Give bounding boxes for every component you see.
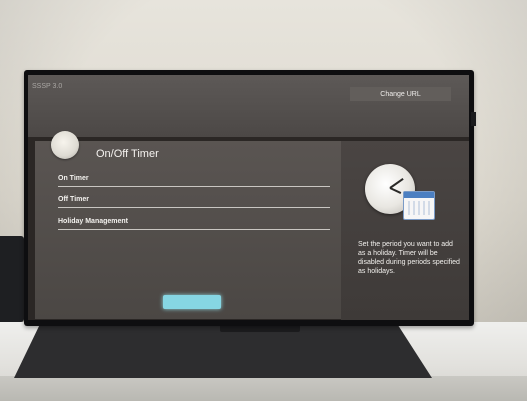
- change-url-button[interactable]: Change URL: [350, 87, 451, 101]
- timer-icon: [51, 131, 79, 159]
- menu-item-on-timer[interactable]: On Timer: [58, 171, 330, 187]
- timer-panel: [35, 141, 341, 319]
- help-text: Set the period you want to add as a holi…: [358, 241, 460, 275]
- menu-item-holiday-management[interactable]: Holiday Management: [58, 214, 330, 230]
- calendar-header: [404, 192, 434, 198]
- tv-side-button: [471, 112, 476, 126]
- menu-item-label: Off Timer: [58, 196, 89, 203]
- menu-item-label: Holiday Management: [58, 218, 129, 225]
- shelf-edge: [0, 376, 527, 401]
- speaker: [0, 236, 24, 322]
- help-panel: [341, 141, 469, 320]
- top-bar: SSSP 3.0 Change URL: [28, 75, 469, 137]
- app-name: SSSP 3.0: [32, 83, 63, 90]
- mat: [14, 326, 432, 378]
- calendar-grid: [408, 201, 430, 215]
- focused-action-button[interactable]: [163, 295, 221, 309]
- menu-item-label: On Timer: [58, 175, 89, 182]
- calendar-icon: [403, 191, 435, 220]
- tv-screen: SSSP 3.0 Change URL On/Off Timer On Time…: [28, 75, 469, 320]
- panel-title: On/Off Timer: [96, 148, 159, 160]
- menu-item-off-timer[interactable]: Off Timer: [58, 192, 330, 208]
